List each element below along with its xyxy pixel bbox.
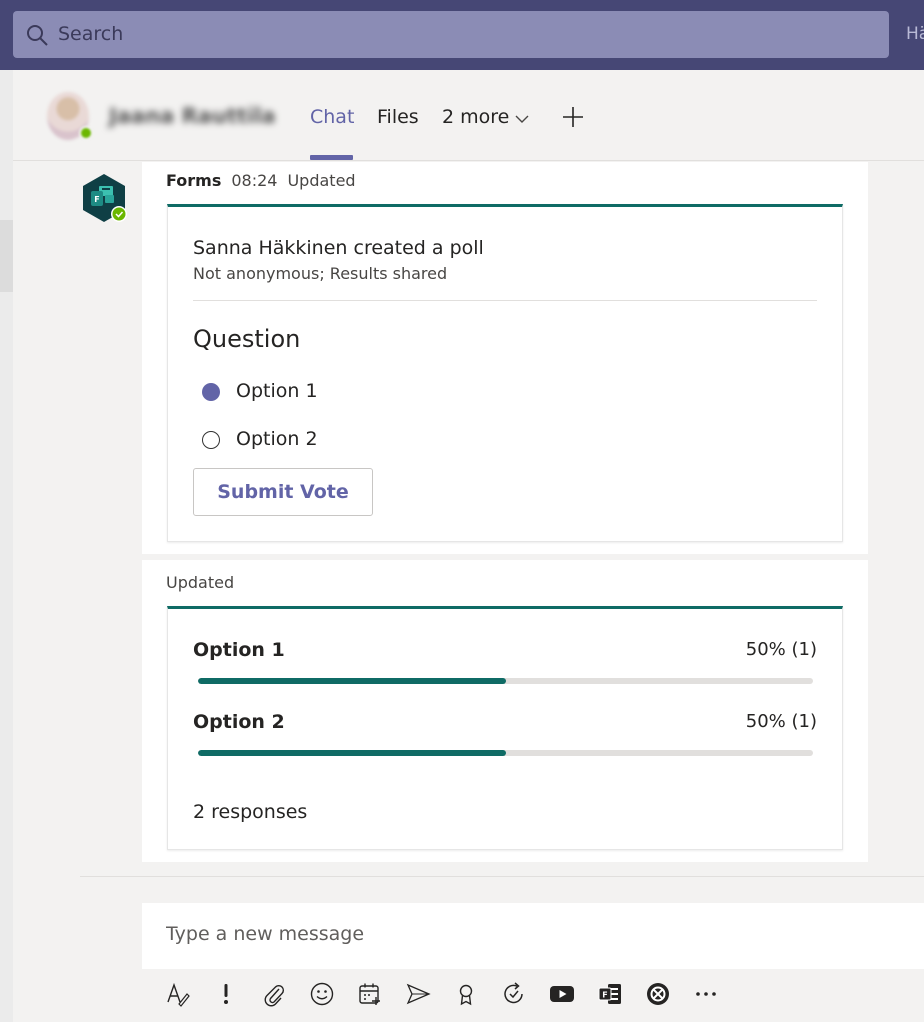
forms-icon[interactable]: F	[594, 978, 626, 1010]
youtube-icon[interactable]	[546, 978, 578, 1010]
more-icon[interactable]	[690, 978, 722, 1010]
edited-label: Updated	[166, 573, 235, 592]
poll-option-label: Option 2	[236, 428, 318, 450]
top-bar: Search Hä	[0, 0, 924, 70]
presence-available-icon	[79, 126, 93, 140]
tab-files[interactable]: Files	[377, 106, 419, 128]
result-bar-fill	[198, 750, 506, 756]
important-icon[interactable]	[210, 978, 242, 1010]
radio-unselected-icon[interactable]	[202, 431, 220, 449]
result-option-label: Option 1	[193, 639, 285, 661]
result-bar-track	[198, 750, 813, 756]
poll-title: Sanna Häkkinen created a poll	[193, 237, 484, 259]
poll-option-label: Option 1	[236, 380, 318, 402]
poll-card: Sanna Häkkinen created a poll Not anonym…	[167, 204, 843, 542]
divider	[193, 300, 817, 301]
result-bar-track	[198, 678, 813, 684]
tab-more[interactable]: 2 more	[442, 106, 529, 129]
result-percent: 50% (1)	[745, 639, 817, 660]
tab-active-indicator	[310, 155, 353, 160]
result-percent: 50% (1)	[745, 711, 817, 732]
chat-header: Jaana Rauttila Chat Files 2 more	[13, 70, 924, 161]
forms-app-icon[interactable]: F	[78, 173, 130, 225]
divider	[80, 876, 924, 877]
svg-text:F: F	[602, 991, 607, 1000]
tab-chat[interactable]: Chat	[310, 106, 354, 128]
tab-more-label: 2 more	[442, 106, 510, 128]
search-box[interactable]: Search	[13, 11, 889, 58]
svg-text:F: F	[94, 195, 99, 204]
attach-icon[interactable]	[258, 978, 290, 1010]
radio-selected-icon[interactable]	[202, 383, 220, 401]
poll-subtitle: Not anonymous; Results shared	[193, 264, 448, 283]
stream-icon[interactable]	[402, 978, 434, 1010]
sender-name[interactable]: Forms	[166, 171, 221, 190]
result-row: Option 2 50% (1)	[193, 711, 817, 771]
left-rail	[0, 70, 13, 1022]
schedule-meeting-icon[interactable]	[354, 978, 386, 1010]
format-icon[interactable]	[162, 978, 194, 1010]
result-row: Option 1 50% (1)	[193, 639, 817, 699]
message-input[interactable]	[166, 923, 866, 945]
add-tab-icon[interactable]	[562, 106, 584, 128]
result-option-label: Option 2	[193, 711, 285, 733]
poll-question: Question	[193, 325, 301, 353]
responses-count: 2 responses	[193, 801, 308, 823]
app-icon[interactable]	[642, 978, 674, 1010]
loop-icon[interactable]	[498, 978, 530, 1010]
edited-label: Updated	[287, 171, 356, 190]
compose-box[interactable]	[142, 903, 924, 969]
search-icon	[25, 23, 49, 47]
message-meta: Forms 08:24 Updated	[166, 171, 356, 190]
left-rail-selected	[0, 220, 13, 292]
result-bar-fill	[198, 678, 506, 684]
submit-vote-button[interactable]: Submit Vote	[193, 468, 373, 516]
search-placeholder: Search	[58, 23, 124, 45]
user-name-truncated[interactable]: Hä	[906, 24, 924, 44]
poll-results-card: Option 1 50% (1) Option 2 50% (1) 2 resp…	[167, 606, 843, 850]
contact-name[interactable]: Jaana Rauttila	[109, 104, 276, 128]
emoji-icon[interactable]	[306, 978, 338, 1010]
message-time: 08:24	[231, 171, 278, 190]
praise-icon[interactable]	[450, 978, 482, 1010]
chevron-down-icon	[515, 107, 529, 129]
